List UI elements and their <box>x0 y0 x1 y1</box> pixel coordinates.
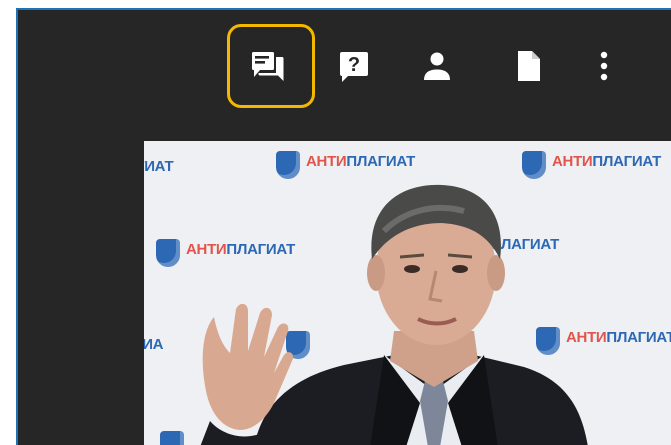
video-feed: ГИАТ АНТИПЛАГИАТ АНТИПЛАГИАТ <box>144 141 671 445</box>
more-vertical-icon <box>600 51 608 81</box>
participants-button[interactable] <box>402 20 472 112</box>
more-options-button[interactable] <box>574 20 634 112</box>
meeting-panel: ? ИАТ АНТИПЛАГИАТ АНТИПЛАГИАТ АНТИПЛАГИА… <box>16 8 671 445</box>
screenshot-frame: ? ИАТ АНТИПЛАГИАТ АНТИПЛАГИАТ АНТИПЛАГИА… <box>0 0 671 445</box>
chat-button-highlight <box>227 24 315 108</box>
speaker-figure <box>200 184 588 445</box>
chat-button[interactable] <box>223 20 315 112</box>
question-icon: ? <box>340 52 368 82</box>
person-icon <box>424 52 450 80</box>
help-question-mark: ? <box>348 54 360 76</box>
document-button[interactable] <box>494 20 564 112</box>
help-button[interactable]: ? <box>314 20 394 112</box>
document-icon <box>518 51 540 81</box>
meeting-toolbar: ? <box>18 10 671 110</box>
